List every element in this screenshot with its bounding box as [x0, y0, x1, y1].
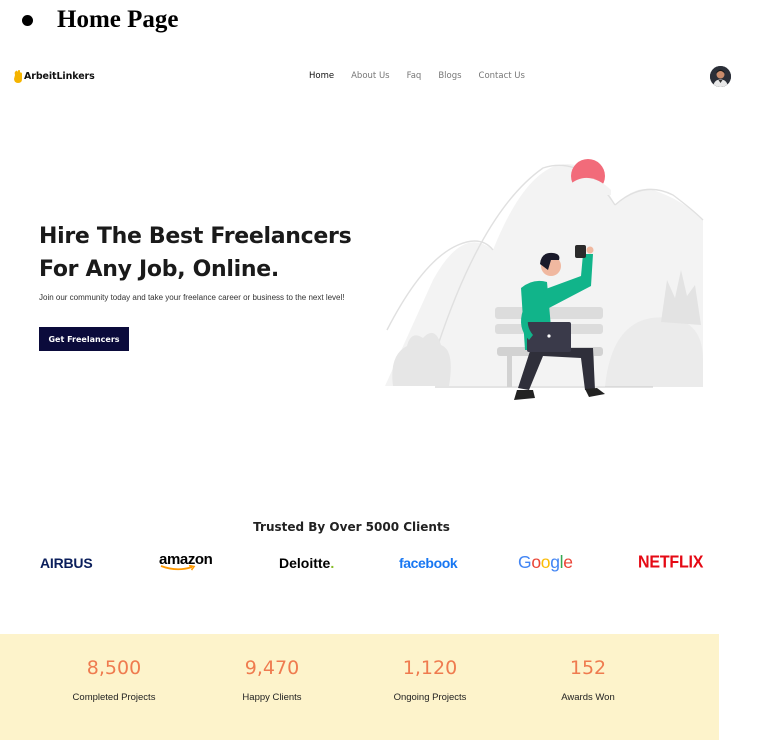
hero-title: Hire The Best Freelancers For Any Job, O…: [39, 220, 352, 286]
amazon-smile-icon: [160, 565, 196, 571]
stat-label: Happy Clients: [242, 692, 302, 703]
stat-label: Ongoing Projects: [393, 692, 467, 703]
hero-illustration: [385, 159, 704, 400]
brand-airbus-logo: AIRBUS: [40, 555, 93, 571]
stat-happy-clients: 9,470 Happy Clients: [202, 634, 342, 703]
stat-completed-projects: 8,500 Completed Projects: [44, 634, 184, 703]
navbar: ArbeitLinkers Home About Us Faq Blogs Co…: [0, 60, 740, 96]
stat-ongoing-projects: 1,120 Ongoing Projects: [360, 634, 500, 703]
svg-text:Google: Google: [518, 552, 573, 572]
stat-label: Completed Projects: [72, 692, 156, 703]
brand-netflix-logo: NETFLIX: [638, 553, 704, 572]
brand-facebook-logo: facebook: [399, 555, 458, 571]
nav-link-contact-us[interactable]: Contact Us: [479, 71, 525, 81]
deloitte-dot-icon: .: [330, 555, 335, 571]
bullet-icon: [22, 14, 33, 26]
google-wordmark-icon: Google: [518, 552, 573, 572]
stat-value: 1,120: [402, 657, 458, 679]
doc-heading: Home Page: [22, 6, 178, 34]
nav-link-about-us[interactable]: About Us: [351, 71, 389, 81]
stat-value: 8,500: [86, 657, 142, 679]
stat-awards-won: 152 Awards Won: [518, 634, 658, 703]
nav-links: Home About Us Faq Blogs Contact Us: [309, 71, 542, 81]
brand-amazon-logo: amazon: [159, 551, 213, 575]
stat-label: Awards Won: [561, 692, 615, 703]
stats-band: 8,500 Completed Projects 9,470 Happy Cli…: [0, 634, 719, 740]
get-freelancers-button[interactable]: Get Freelancers: [39, 327, 129, 351]
hero-title-line-2: For Any Job, Online.: [39, 257, 279, 282]
brand-google-logo: Google: [518, 551, 576, 575]
brand-deloitte-logo: Deloitte.: [279, 551, 334, 575]
avatar-photo-icon: [710, 66, 731, 87]
user-avatar[interactable]: [710, 66, 731, 87]
nav-link-faq[interactable]: Faq: [407, 71, 422, 81]
brand-name: ArbeitLinkers: [24, 71, 95, 82]
hand-logo-icon: [14, 70, 22, 83]
brand-deloitte-text: Deloitte: [279, 555, 331, 571]
nav-link-blogs[interactable]: Blogs: [438, 71, 461, 81]
doc-heading-text: Home Page: [57, 6, 179, 33]
nav-link-home[interactable]: Home: [309, 71, 334, 81]
hero-subtitle: Join our community today and take your f…: [39, 293, 345, 302]
hero-title-line-1: Hire The Best Freelancers: [39, 224, 352, 249]
stat-value: 152: [569, 657, 607, 679]
brand-logo[interactable]: ArbeitLinkers: [13, 69, 95, 84]
stat-value: 9,470: [244, 657, 300, 679]
trusted-title: Trusted By Over 5000 Clients: [253, 520, 450, 534]
